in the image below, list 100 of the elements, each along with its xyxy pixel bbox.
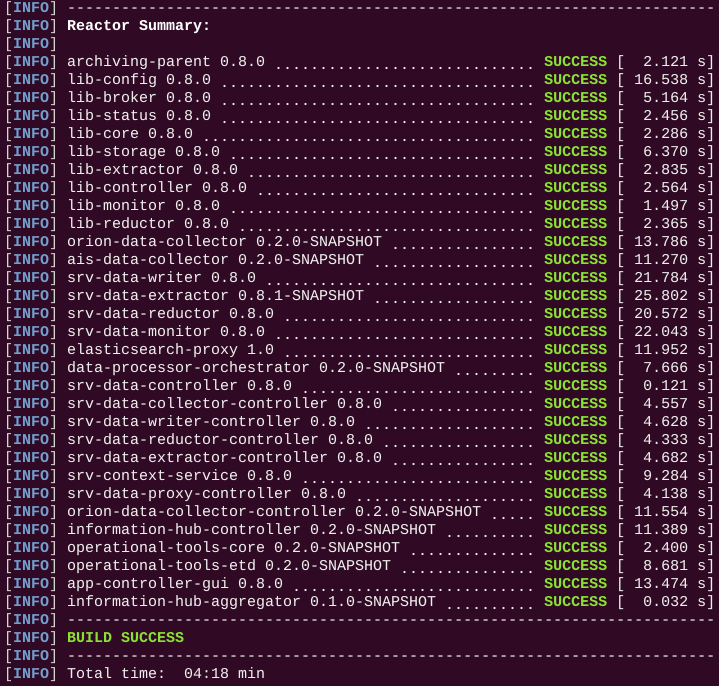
module-name: lib-status 0.8.0 — [67, 108, 212, 126]
log-level-tag: [INFO] — [4, 234, 58, 252]
log-level-tag: [INFO] — [4, 306, 58, 324]
build-status: SUCCESS — [544, 108, 608, 126]
module-name: app-controller-gui 0.8.0 — [67, 576, 284, 594]
build-time: [ 6.370 s] — [616, 144, 716, 162]
build-result: BUILD SUCCESS — [67, 630, 184, 648]
build-time: [ 16.538 s] — [616, 72, 716, 90]
build-time: [ 2.121 s] — [616, 54, 716, 72]
module-name: srv-data-monitor 0.8.0 — [67, 324, 266, 342]
build-time: [ 4.138 s] — [616, 486, 716, 504]
build-status: SUCCESS — [544, 126, 608, 144]
module-name: information-hub-aggregator 0.1.0-SNAPSHOT — [67, 594, 436, 612]
build-time: [ 2.400 s] — [616, 540, 716, 558]
module-name: lib-extractor 0.8.0 — [67, 162, 238, 180]
build-time: [ 11.952 s] — [616, 342, 716, 360]
log-level-tag: [INFO] — [4, 180, 58, 198]
build-time: [ 25.802 s] — [616, 288, 716, 306]
build-time: [ 13.474 s] — [616, 576, 716, 594]
build-time: [ 11.270 s] — [616, 252, 716, 270]
log-level-tag: [INFO] — [4, 288, 58, 306]
build-time: [ 5.164 s] — [616, 90, 716, 108]
log-level-tag: [INFO] — [4, 270, 58, 288]
module-name: orion-data-collector 0.2.0-SNAPSHOT — [67, 234, 382, 252]
build-time: [ 1.497 s] — [616, 198, 716, 216]
build-time: [ 2.286 s] — [616, 126, 716, 144]
build-time: [ 4.557 s] — [616, 396, 716, 414]
log-level-tag: [INFO] — [4, 18, 58, 36]
build-status: SUCCESS — [544, 558, 608, 576]
dashed-rule-text: ------------------------------------------------------------------------ — [67, 648, 716, 666]
log-level-tag: [INFO] — [4, 522, 58, 540]
module-name: lib-broker 0.8.0 — [67, 90, 212, 108]
build-status: SUCCESS — [544, 252, 608, 270]
build-status: SUCCESS — [544, 270, 608, 288]
build-status: SUCCESS — [544, 468, 608, 486]
log-level-tag: [INFO] — [4, 396, 58, 414]
section-heading: Reactor Summary: — [67, 18, 212, 36]
build-time: [ 2.456 s] — [616, 108, 716, 126]
log-level-tag: [INFO] — [4, 126, 58, 144]
build-status: SUCCESS — [544, 396, 608, 414]
build-time: [ 8.681 s] — [616, 558, 716, 576]
log-level-tag: [INFO] — [4, 90, 58, 108]
log-level-tag: [INFO] — [4, 0, 58, 18]
build-time: [ 2.365 s] — [616, 216, 716, 234]
build-status: SUCCESS — [544, 144, 608, 162]
build-time: [ 21.784 s] — [616, 270, 716, 288]
log-level-tag: [INFO] — [4, 540, 58, 558]
module-name: srv-data-collector-controller 0.8.0 — [67, 396, 382, 414]
build-time: [ 4.333 s] — [616, 432, 716, 450]
build-status: SUCCESS — [544, 432, 608, 450]
build-time: [ 20.572 s] — [616, 306, 716, 324]
log-level-tag: [INFO] — [4, 414, 58, 432]
log-level-tag: [INFO] — [4, 630, 58, 648]
module-name: srv-data-writer-controller 0.8.0 — [67, 414, 356, 432]
log-level-tag: [INFO] — [4, 342, 58, 360]
log-level-tag: [INFO] — [4, 162, 58, 180]
build-status: SUCCESS — [544, 360, 608, 378]
module-name: lib-controller 0.8.0 — [67, 180, 248, 198]
module-name: srv-data-reductor 0.8.0 — [67, 306, 274, 324]
log-level-tag: [INFO] — [4, 666, 58, 684]
log-level-tag: [INFO] — [4, 432, 58, 450]
build-time: [ 0.032 s] — [616, 594, 716, 612]
log-level-tag: [INFO] — [4, 594, 58, 612]
build-status: SUCCESS — [544, 576, 608, 594]
log-level-tag: [INFO] — [4, 648, 58, 666]
module-name: srv-data-extractor 0.8.1-SNAPSHOT — [67, 288, 364, 306]
build-status: SUCCESS — [544, 414, 608, 432]
module-name: srv-data-proxy-controller 0.8.0 — [67, 486, 346, 504]
module-name: srv-context-service 0.8.0 — [67, 468, 292, 486]
module-name: archiving-parent 0.8.0 — [67, 54, 266, 72]
module-name: srv-data-reductor-controller 0.8.0 — [67, 432, 374, 450]
build-status: SUCCESS — [544, 504, 608, 522]
module-name: lib-monitor 0.8.0 — [67, 198, 220, 216]
module-name: srv-data-extractor-controller 0.8.0 — [67, 450, 382, 468]
dashed-rule-text: ------------------------------------------------------------------------ — [67, 0, 716, 18]
build-status: SUCCESS — [544, 180, 608, 198]
build-status: SUCCESS — [544, 216, 608, 234]
log-level-tag: [INFO] — [4, 558, 58, 576]
log-level-tag: [INFO] — [4, 54, 58, 72]
build-status: SUCCESS — [544, 162, 608, 180]
module-name: lib-core 0.8.0 — [67, 126, 194, 144]
build-time: [ 2.835 s] — [616, 162, 716, 180]
build-time: [ 4.628 s] — [616, 414, 716, 432]
build-time: [ 4.682 s] — [616, 450, 716, 468]
build-time: [ 2.564 s] — [616, 180, 716, 198]
build-time: [ 11.554 s] — [616, 504, 716, 522]
log-level-tag: [INFO] — [4, 576, 58, 594]
build-status: SUCCESS — [544, 486, 608, 504]
log-level-tag: [INFO] — [4, 144, 58, 162]
total-time-text: Total time: 04:18 min — [67, 666, 266, 684]
module-name: srv-data-writer 0.8.0 — [67, 270, 256, 288]
build-status: SUCCESS — [544, 522, 608, 540]
dashed-rule-text: ------------------------------------------------------------------------ — [67, 612, 716, 630]
log-level-tag: [INFO] — [4, 360, 58, 378]
build-status: SUCCESS — [544, 306, 608, 324]
build-status: SUCCESS — [544, 54, 608, 72]
build-status: SUCCESS — [544, 594, 608, 612]
log-level-tag: [INFO] — [4, 36, 58, 54]
module-name: operational-tools-core 0.2.0-SNAPSHOT — [67, 540, 400, 558]
build-status: SUCCESS — [544, 72, 608, 90]
